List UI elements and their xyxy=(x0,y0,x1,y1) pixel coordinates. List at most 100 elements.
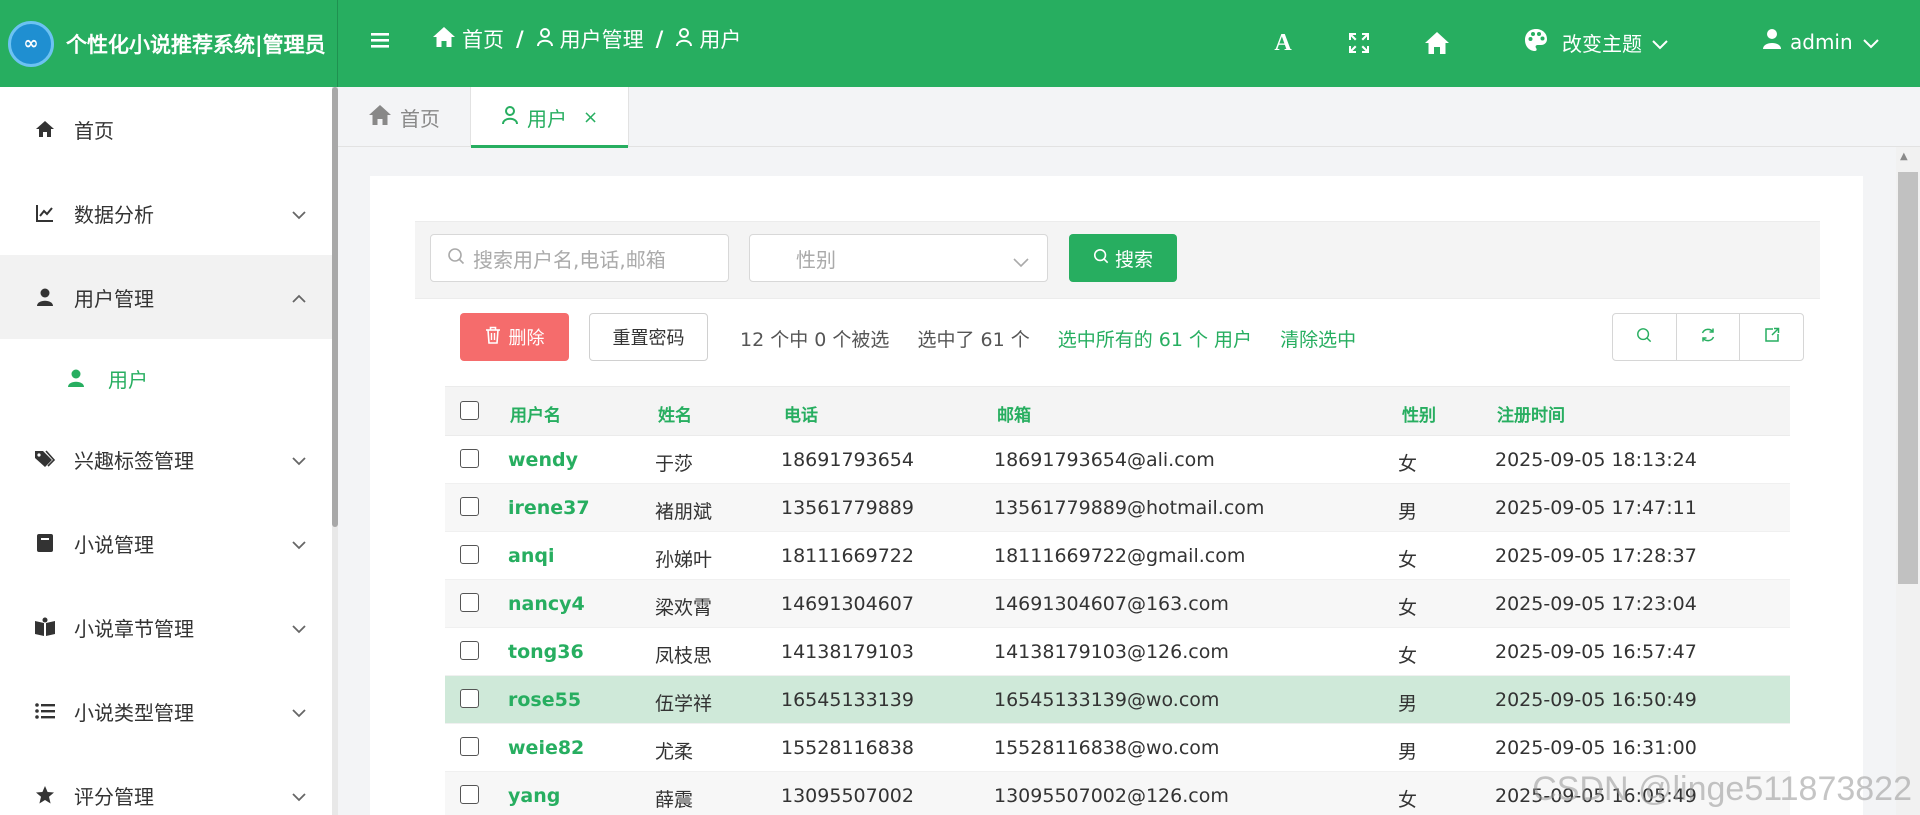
column-header-phone[interactable]: 电话 xyxy=(784,401,818,426)
row-checkbox[interactable] xyxy=(460,785,479,804)
tab-users[interactable]: 用户 × xyxy=(471,87,630,148)
row-checkbox[interactable] xyxy=(460,593,479,612)
row-checkbox[interactable] xyxy=(460,449,479,468)
sidebar-scrollbar-thumb[interactable] xyxy=(332,87,338,527)
cell-username[interactable]: irene37 xyxy=(508,497,590,519)
cell-registered: 2025-09-05 17:47:11 xyxy=(1495,497,1697,519)
sidebar-item-data-analysis[interactable]: 数据分析 xyxy=(0,171,338,255)
hamburger-menu-icon[interactable] xyxy=(368,28,394,54)
column-header-registered[interactable]: 注册时间 xyxy=(1497,401,1565,426)
gender-select[interactable]: 性别 xyxy=(749,234,1048,282)
tab-home[interactable]: 首页 xyxy=(338,87,471,147)
column-header-gender[interactable]: 性别 xyxy=(1402,401,1436,426)
chevron-down-icon xyxy=(292,615,306,639)
sidebar-menu: 首页 数据分析 用户管理 用户 兴趣标签管理 小说管理 小说章节管理 小说类型管… xyxy=(0,87,338,815)
chevron-down-icon xyxy=(292,531,306,555)
select-all-checkbox[interactable] xyxy=(460,401,479,420)
row-checkbox[interactable] xyxy=(460,737,479,756)
search-placeholder: 搜索用户名,电话,邮箱 xyxy=(473,247,666,272)
home-icon[interactable] xyxy=(1424,30,1450,56)
reset-password-button[interactable]: 重置密码 xyxy=(589,313,708,361)
sidebar-item-novels[interactable]: 小说管理 xyxy=(0,501,338,585)
sidebar-item-label: 用户管理 xyxy=(74,286,154,311)
close-icon[interactable]: × xyxy=(583,107,598,128)
table-row[interactable]: anqi 孙娣叶 18111669722 18111669722@gmail.com 女… xyxy=(445,532,1790,580)
user-outline-icon xyxy=(501,105,527,130)
user-outline-icon xyxy=(536,27,560,52)
breadcrumb-users[interactable]: 用户 xyxy=(675,24,741,54)
cell-name: 薛震 xyxy=(655,789,694,811)
select-all-link[interactable]: 选中所有的 61 个 用户 xyxy=(1058,329,1252,351)
breadcrumb-home[interactable]: 首页 xyxy=(432,24,504,54)
row-checkbox[interactable] xyxy=(460,497,479,516)
cell-phone: 14691304607 xyxy=(781,593,914,615)
font-size-icon[interactable]: A xyxy=(1270,30,1296,56)
sidebar-item-label: 小说章节管理 xyxy=(74,616,194,641)
user-outline-icon xyxy=(675,27,699,52)
cell-username[interactable]: yang xyxy=(508,785,560,807)
sidebar-item-ratings[interactable]: 评分管理 xyxy=(0,753,338,815)
star-icon xyxy=(34,784,56,806)
breadcrumb-separator: / xyxy=(655,27,664,51)
cell-username[interactable]: anqi xyxy=(508,545,554,567)
row-checkbox[interactable] xyxy=(460,641,479,660)
cell-username[interactable]: tong36 xyxy=(508,641,584,663)
cell-username[interactable]: nancy4 xyxy=(508,593,585,615)
change-theme-dropdown[interactable]: 改变主题 xyxy=(1524,28,1682,57)
sidebar-item-label: 首页 xyxy=(74,118,114,143)
selected-total: 选中了 61 个 xyxy=(917,329,1030,351)
sidebar-item-interest-tags[interactable]: 兴趣标签管理 xyxy=(0,417,338,501)
table-row[interactable]: irene37 褚朋斌 13561779889 13561779889@hotmail… xyxy=(445,484,1790,532)
search-icon xyxy=(1636,327,1652,347)
fullscreen-icon[interactable] xyxy=(1346,30,1372,56)
table-row[interactable]: nancy4 梁欢霄 14691304607 14691304607@163.com 女… xyxy=(445,580,1790,628)
home-icon xyxy=(34,118,56,140)
table-row[interactable]: weie82 尤柔 15528116838 15528116838@wo.com 男 20… xyxy=(445,724,1790,772)
table-row[interactable]: tong36 凤枝思 14138179103 14138179103@126.com 女… xyxy=(445,628,1790,676)
chevron-down-icon xyxy=(292,201,306,225)
search-input[interactable]: 搜索用户名,电话,邮箱 xyxy=(430,234,729,282)
breadcrumb-user-management[interactable]: 用户管理 xyxy=(536,24,644,54)
table-header: 用户名 姓名 电话 邮箱 性别 注册时间 xyxy=(445,386,1790,436)
table-row[interactable]: rose55 伍学祥 16545133139 16545133139@wo.com 男 2… xyxy=(445,676,1790,724)
cell-username[interactable]: weie82 xyxy=(508,737,584,759)
search-tool-button[interactable] xyxy=(1613,314,1677,360)
cell-email: 18111669722@gmail.com xyxy=(994,545,1246,567)
cell-phone: 14138179103 xyxy=(781,641,914,663)
cell-username[interactable]: rose55 xyxy=(508,689,581,711)
cell-phone: 13095507002 xyxy=(781,785,914,807)
cell-gender: 女 xyxy=(1398,645,1418,667)
column-header-email[interactable]: 邮箱 xyxy=(997,401,1031,426)
tab-bar: 首页 用户 × xyxy=(338,87,1920,148)
cell-gender: 女 xyxy=(1398,789,1418,811)
sidebar: ∞ 个性化小说推荐系统|管理员 首页 数据分析 用户管理 用户 兴趣标签管理 小… xyxy=(0,0,338,815)
search-button[interactable]: 搜索 xyxy=(1069,234,1177,282)
cell-gender: 男 xyxy=(1398,693,1418,715)
delete-button[interactable]: 删除 xyxy=(460,313,569,361)
sidebar-item-user-management[interactable]: 用户管理 xyxy=(0,255,338,339)
sidebar-item-label: 用户 xyxy=(108,367,148,392)
cell-name: 孙娣叶 xyxy=(655,549,713,571)
export-button[interactable] xyxy=(1740,314,1803,360)
sidebar-item-chapters[interactable]: 小说章节管理 xyxy=(0,585,338,669)
column-header-username[interactable]: 用户名 xyxy=(510,401,561,426)
table-row[interactable]: wendy 于莎 18691793654 18691793654@ali.com 女 20… xyxy=(445,436,1790,484)
refresh-button[interactable] xyxy=(1677,314,1741,360)
scroll-up-arrow[interactable]: ▲ xyxy=(1900,151,1908,162)
user-dropdown[interactable]: admin xyxy=(1762,28,1887,55)
chevron-up-icon xyxy=(292,285,306,309)
clear-selection-link[interactable]: 清除选中 xyxy=(1280,329,1356,351)
row-checkbox[interactable] xyxy=(460,545,479,564)
sidebar-item-label: 数据分析 xyxy=(74,202,154,227)
page-scrollbar-thumb[interactable] xyxy=(1898,172,1918,584)
column-header-name[interactable]: 姓名 xyxy=(658,401,692,426)
sidebar-item-users[interactable]: 用户 xyxy=(0,339,338,417)
row-checkbox[interactable] xyxy=(460,689,479,708)
home-icon xyxy=(432,26,462,53)
chevron-down-icon xyxy=(292,699,306,723)
sidebar-item-home[interactable]: 首页 xyxy=(0,87,338,171)
export-icon xyxy=(1764,327,1780,347)
cell-username[interactable]: wendy xyxy=(508,449,578,471)
sidebar-item-novel-types[interactable]: 小说类型管理 xyxy=(0,669,338,753)
chart-line-icon xyxy=(34,202,56,224)
